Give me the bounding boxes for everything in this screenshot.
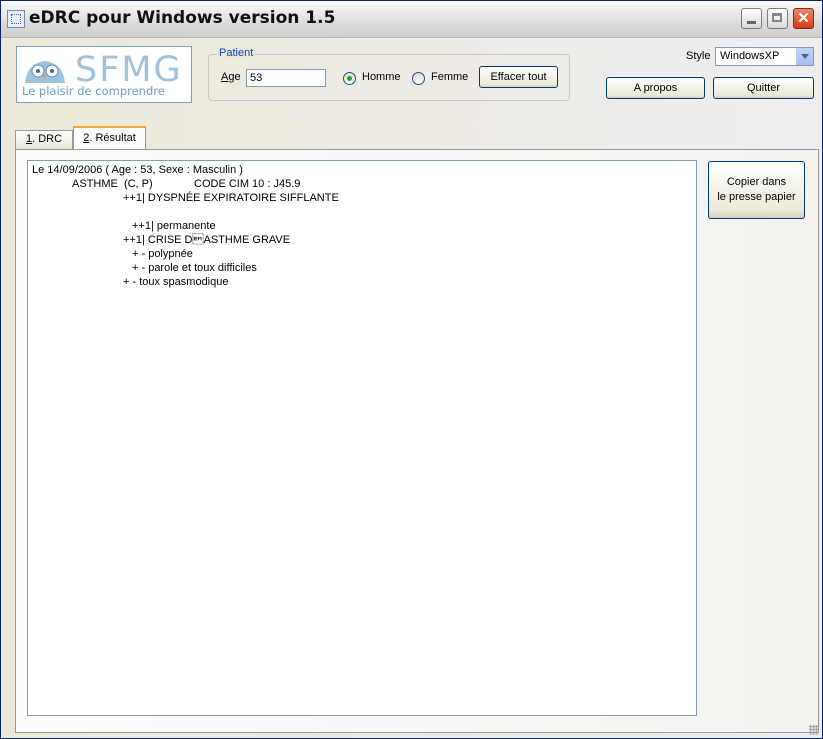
copy-button-line1: Copier dans (726, 176, 787, 188)
tab-drc[interactable]: 1. DRC (15, 130, 73, 149)
result-line: ++1| permanente (132, 220, 216, 232)
minimize-button[interactable] (741, 8, 762, 29)
close-icon: ✕ (797, 10, 810, 27)
tab-resultat[interactable]: 2. Résultat (73, 126, 146, 150)
copy-clipboard-button[interactable]: Copier dans le presse papier (708, 161, 805, 219)
age-label-text: ge (228, 71, 241, 83)
app-window: eDRC pour Windows version 1.5 ✕ SFMG Le … (0, 0, 823, 739)
radio-homme[interactable] (343, 72, 356, 85)
patient-group: Patient Age 53 Homme Femme Effacer tout (208, 47, 570, 101)
result-line: + - parole et toux difficiles (132, 262, 257, 274)
maximize-button[interactable] (767, 8, 788, 29)
window-title: eDRC pour Windows version 1.5 (29, 8, 336, 28)
sfmg-logo: SFMG Le plaisir de comprendre (16, 46, 192, 103)
resize-grip-icon[interactable] (809, 725, 819, 735)
style-label: Style (686, 50, 711, 62)
owl-logo-icon (25, 61, 65, 83)
tab-page-resultat: Le 14/09/2006 ( Age : 53, Sexe : Masculi… (15, 149, 819, 733)
radio-femme[interactable] (412, 72, 425, 85)
result-line: + - toux spasmodique (123, 276, 229, 288)
result-line: Le 14/09/2006 ( Age : 53, Sexe : Masculi… (32, 164, 243, 176)
app-icon[interactable] (7, 10, 25, 28)
radio-homme-label[interactable]: Homme (362, 71, 401, 83)
logo-tagline: Le plaisir de comprendre (22, 84, 165, 98)
quit-button[interactable]: Quitter (713, 77, 814, 99)
result-textbox[interactable]: Le 14/09/2006 ( Age : 53, Sexe : Masculi… (27, 160, 697, 716)
clear-all-button[interactable]: Effacer tout (479, 66, 558, 88)
result-line: ++1| CRISE DASTHME GRAVE (123, 234, 291, 246)
result-line: + - polypnée (132, 248, 193, 260)
result-line: ASTHME (C, P) (72, 178, 153, 190)
result-line: CODE CIM 10 : J45.9 (194, 178, 301, 190)
radio-femme-label[interactable]: Femme (431, 71, 468, 83)
copy-button-line2: le presse papier (717, 191, 796, 203)
result-line: ++1| DYSPNÉE EXPIRATOIRE SIFFLANTE (123, 192, 339, 204)
style-select[interactable]: WindowsXP (715, 47, 814, 66)
age-input[interactable]: 53 (246, 69, 326, 87)
chevron-down-icon[interactable] (796, 48, 813, 65)
age-label: Age (221, 71, 241, 83)
about-button[interactable]: A propos (606, 77, 705, 99)
patient-legend: Patient (217, 47, 256, 59)
client-area: SFMG Le plaisir de comprendre Patient Ag… (1, 38, 822, 738)
style-selected-value: WindowsXP (720, 50, 780, 62)
close-button[interactable]: ✕ (793, 8, 814, 29)
title-bar[interactable]: eDRC pour Windows version 1.5 ✕ (1, 1, 822, 38)
